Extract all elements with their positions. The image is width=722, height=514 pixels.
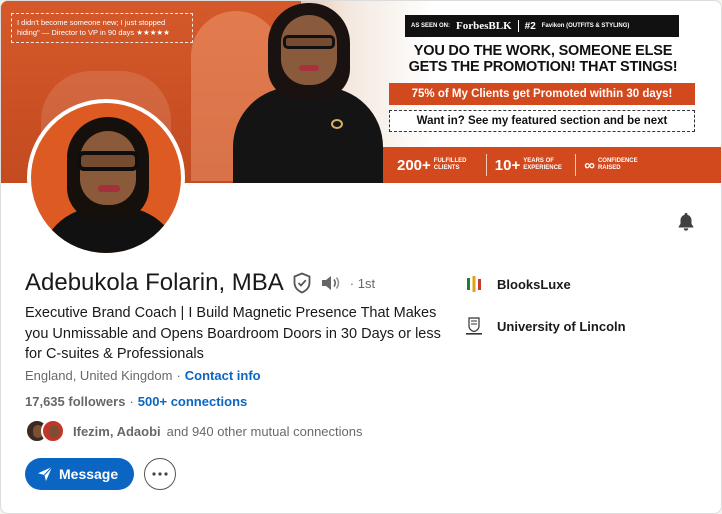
verified-shield-icon[interactable] (292, 272, 312, 294)
avatar-face (49, 425, 59, 438)
favikon-label: Favikon (OUTFITS & STYLING) (541, 23, 630, 29)
profile-actions: Message (25, 458, 177, 490)
favikon-rank: #2 (524, 20, 536, 32)
avatar (41, 419, 65, 443)
infinity-icon: ∞ (584, 156, 595, 174)
connection-degree: · 1st (349, 275, 376, 291)
banner-portrait-jacket (233, 87, 383, 183)
stat-experience: 10+ YEARS OF EXPERIENCE (495, 157, 571, 174)
location-text: England, United Kingdom (25, 368, 173, 383)
stat-clients: 200+ FULFILLED CLIENTS (397, 157, 482, 174)
as-seen-on-strip: AS SEEN ON: ForbesBLK #2 Favikon (OUTFIT… (405, 15, 679, 37)
more-horizontal-icon (152, 472, 168, 476)
banner-portrait (233, 1, 383, 183)
followers-count: 17,635 followers (25, 394, 126, 409)
stat-experience-label: YEARS OF EXPERIENCE (523, 158, 562, 171)
stat-confidence: ∞ CONFIDENCE RAISED (584, 157, 646, 174)
brooch-icon (331, 119, 343, 129)
as-seen-divider (517, 20, 519, 32)
message-button-label: Message (59, 466, 119, 482)
stat-experience-number: 10+ (494, 156, 521, 174)
more-actions-button[interactable] (144, 458, 177, 490)
profile-name: Adebukola Folarin, MBA (25, 269, 284, 296)
stat-clients-number: 200+ (397, 156, 431, 174)
forbesblk-logo: ForbesBLK (456, 20, 512, 32)
avatar-glasses (77, 151, 139, 171)
profile-name-row: Adebukola Folarin, MBA · 1st (25, 269, 375, 297)
banner-testimonial: I didn't become someone new; I just stop… (11, 13, 193, 43)
as-seen-label: AS SEEN ON: (411, 23, 451, 29)
banner-cta-bar: Want in? See my featured section and be … (389, 110, 695, 132)
bell-icon (678, 212, 694, 231)
notification-bell-button[interactable] (671, 207, 701, 237)
profile-card: I didn't become someone new; I just stop… (0, 0, 722, 514)
send-icon (38, 466, 53, 481)
mutual-avatars (25, 419, 67, 443)
banner-portrait-face (281, 15, 337, 85)
blooksluxe-logo (463, 273, 485, 295)
followers-row: 17,635 followers · 500+ connections (25, 394, 247, 409)
organization-university-of-lincoln[interactable]: University of Lincoln (463, 315, 626, 337)
organization-name: BlooksLuxe (497, 276, 571, 292)
stat-clients-label: FULFILLED CLIENTS (433, 158, 467, 171)
banner-headline: YOU DO THE WORK, SOMEONE ELSE GETS THE P… (387, 43, 699, 75)
banner-headline-line1: YOU DO THE WORK, SOMEONE ELSE (413, 43, 673, 59)
stat-divider (485, 154, 487, 176)
location-separator: · (176, 368, 181, 383)
location-row: England, United Kingdom · Contact info (25, 368, 261, 383)
banner-promo-bar: 75% of My Clients get Promoted within 30… (389, 83, 695, 105)
mutual-connections[interactable]: Ifezim, Adaobi and 940 other mutual conn… (25, 419, 363, 443)
message-button[interactable]: Message (25, 458, 135, 490)
contact-info-link[interactable]: Contact info (185, 368, 261, 383)
followers-separator: · (129, 394, 134, 409)
stat-confidence-label: CONFIDENCE RAISED (597, 158, 638, 171)
banner-portrait-glasses (283, 35, 335, 49)
mutual-rest: and 940 other mutual connections (166, 423, 363, 439)
pronunciation-speaker-icon[interactable] (320, 274, 342, 292)
banner-portrait-lips (299, 65, 319, 71)
profile-headline: Executive Brand Coach | I Build Magnetic… (25, 305, 441, 362)
university-of-lincoln-logo (463, 315, 485, 337)
profile-avatar[interactable] (27, 99, 185, 257)
mutual-names: Ifezim, Adaobi (73, 423, 161, 439)
avatar-lips (98, 185, 120, 192)
stat-divider (575, 154, 577, 176)
organization-blooksluxe[interactable]: BlooksLuxe (463, 273, 571, 295)
organization-name: University of Lincoln (497, 318, 626, 334)
banner-stats-band: 200+ FULFILLED CLIENTS 10+ YEARS OF EXPE… (383, 147, 721, 183)
banner-headline-line2: GETS THE PROMOTION! THAT STINGS! (408, 59, 678, 75)
connections-link[interactable]: 500+ connections (138, 394, 247, 409)
